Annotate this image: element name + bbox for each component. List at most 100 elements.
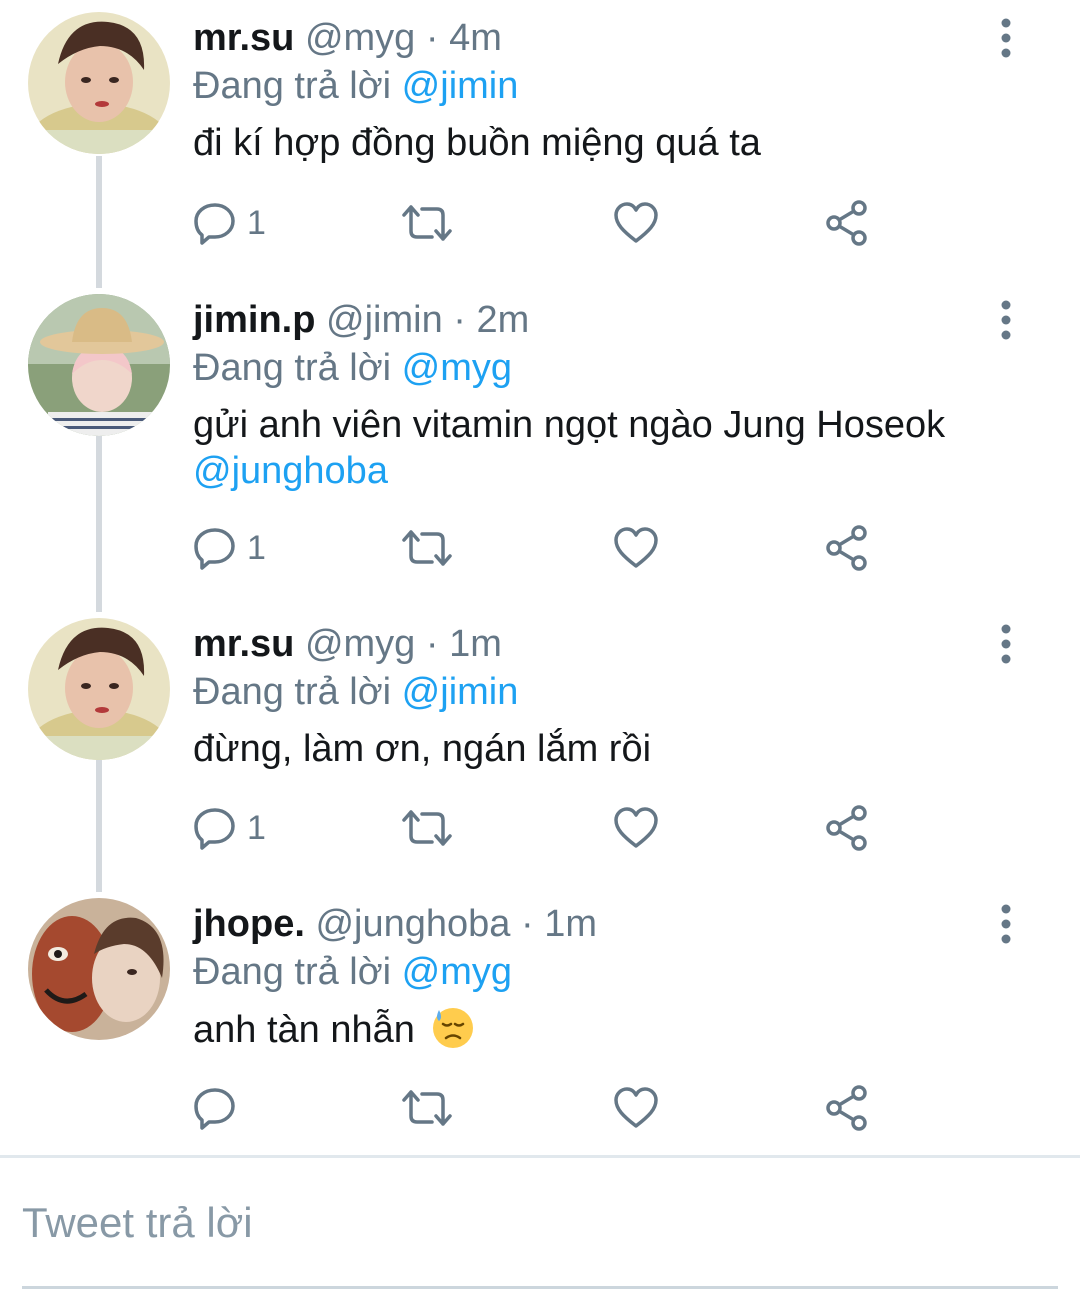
- tweet-text: anh tàn nhẫn: [193, 1006, 1013, 1053]
- replying-to-mention[interactable]: @jimin: [402, 65, 519, 107]
- reply-button[interactable]: 1: [193, 522, 266, 574]
- more-options-button[interactable]: [988, 902, 1024, 946]
- display-name[interactable]: jimin.p: [193, 299, 315, 341]
- separator-dot: ·: [520, 903, 534, 945]
- retweet-button[interactable]: [400, 522, 454, 574]
- avatar[interactable]: [28, 294, 170, 436]
- like-button[interactable]: [613, 522, 659, 574]
- retweet-icon: [402, 810, 452, 846]
- like-icon: [614, 807, 658, 848]
- tweet[interactable]: mr.su @myg · 1m Đang trả lời @jimin đừng…: [0, 606, 1080, 886]
- share-button[interactable]: [825, 522, 869, 574]
- like-icon: [614, 527, 658, 568]
- reply-button[interactable]: [193, 1082, 247, 1134]
- share-icon: [826, 200, 867, 246]
- replying-to-label: Đang trả lời: [193, 671, 392, 713]
- more-vertical-icon: [1001, 624, 1011, 664]
- user-handle[interactable]: @junghoba: [315, 903, 510, 945]
- reply-input-underline: [22, 1286, 1058, 1289]
- retweet-icon: [402, 205, 452, 241]
- tweet-text-mention[interactable]: @junghoba: [193, 450, 388, 492]
- tweet-header: mr.su @myg · 1m: [193, 618, 502, 670]
- user-handle[interactable]: @myg: [305, 17, 415, 59]
- share-button[interactable]: [825, 197, 869, 249]
- tweet-header: jimin.p @jimin · 2m: [193, 294, 529, 346]
- tweet-text-content: đừng, làm ơn, ngán lắm rồi: [193, 728, 652, 770]
- tweet[interactable]: jhope. @junghoba · 1m Đang trả lời @myg …: [0, 886, 1080, 1155]
- reply-count: 1: [247, 528, 266, 567]
- tweet-text: đừng, làm ơn, ngán lắm rồi: [193, 726, 1013, 772]
- tweet-actions: 1: [193, 197, 893, 249]
- like-icon: [614, 1087, 658, 1128]
- avatar[interactable]: [28, 12, 170, 154]
- timestamp: 2m: [476, 299, 530, 341]
- replying-to-mention[interactable]: @myg: [402, 951, 512, 993]
- composer-divider: [0, 1155, 1080, 1158]
- tweet-actions: [193, 1082, 893, 1134]
- replying-to-mention[interactable]: @jimin: [402, 671, 519, 713]
- downcast-face-with-sweat-emoji: [433, 1008, 474, 1048]
- display-name[interactable]: mr.su: [193, 623, 294, 665]
- replying-to-label: Đang trả lời: [193, 951, 392, 993]
- user-handle[interactable]: @jimin: [326, 299, 443, 341]
- tweet-text-content: gửi anh viên vitamin ngọt ngào Jung Hose…: [193, 404, 946, 446]
- replying-to-line: Đang trả lời @jimin: [193, 60, 518, 112]
- more-options-button[interactable]: [988, 622, 1024, 666]
- like-button[interactable]: [613, 802, 659, 854]
- display-name[interactable]: mr.su: [193, 17, 294, 59]
- tweet-header: jhope. @junghoba · 1m: [193, 898, 597, 950]
- more-vertical-icon: [1001, 300, 1011, 340]
- tweet-actions: 1: [193, 522, 893, 574]
- separator-dot: ·: [425, 17, 439, 59]
- tweet-text-content: đi kí hợp đồng buồn miệng quá ta: [193, 122, 761, 164]
- share-button[interactable]: [825, 802, 869, 854]
- reply-icon: [194, 1088, 235, 1130]
- tweet-text: đi kí hợp đồng buồn miệng quá ta: [193, 120, 1013, 166]
- tweet-actions: 1: [193, 802, 893, 854]
- like-button[interactable]: [613, 1082, 659, 1134]
- reply-button[interactable]: 1: [193, 802, 266, 854]
- retweet-icon: [402, 530, 452, 566]
- share-button[interactable]: [825, 1082, 869, 1134]
- reply-composer: [22, 1170, 1058, 1289]
- avatar[interactable]: [28, 898, 170, 1040]
- replying-to-line: Đang trả lời @jimin: [193, 666, 518, 718]
- retweet-icon: [402, 1090, 452, 1126]
- share-icon: [826, 525, 867, 571]
- reply-thread: mr.su @myg · 4m Đang trả lời @jimin đi k…: [0, 0, 1080, 1155]
- replying-to-line: Đang trả lời @myg: [193, 946, 512, 998]
- more-vertical-icon: [1001, 18, 1011, 58]
- tweet-text: gửi anh viên vitamin ngọt ngào Jung Hose…: [193, 402, 1013, 494]
- reply-count: 1: [247, 808, 266, 847]
- replying-to-line: Đang trả lời @myg: [193, 342, 512, 394]
- retweet-button[interactable]: [400, 197, 454, 249]
- timestamp: 1m: [449, 623, 502, 665]
- retweet-button[interactable]: [400, 802, 454, 854]
- retweet-button[interactable]: [400, 1082, 454, 1134]
- user-handle[interactable]: @myg: [305, 623, 415, 665]
- reply-button[interactable]: 1: [193, 197, 266, 249]
- more-options-button[interactable]: [988, 16, 1024, 60]
- share-icon: [826, 1085, 867, 1131]
- reply-icon: [194, 808, 235, 850]
- display-name[interactable]: jhope.: [193, 903, 305, 945]
- more-options-button[interactable]: [988, 298, 1024, 342]
- reply-icon: [194, 528, 235, 570]
- like-button[interactable]: [613, 197, 659, 249]
- replying-to-label: Đang trả lời: [193, 65, 392, 107]
- separator-dot: ·: [425, 623, 439, 665]
- tweet-header: mr.su @myg · 4m: [193, 12, 502, 64]
- reply-icon: [194, 203, 235, 245]
- tweet[interactable]: jimin.p @jimin · 2m Đang trả lời @myg gử…: [0, 282, 1080, 606]
- more-vertical-icon: [1001, 904, 1011, 944]
- reply-count: 1: [247, 203, 266, 242]
- timestamp: 4m: [449, 17, 502, 59]
- tweet[interactable]: mr.su @myg · 4m Đang trả lời @jimin đi k…: [0, 0, 1080, 282]
- timestamp: 1m: [544, 903, 597, 945]
- replying-to-label: Đang trả lời: [193, 347, 392, 389]
- avatar[interactable]: [28, 618, 170, 760]
- separator-dot: ·: [453, 299, 466, 341]
- tweet-text-content: anh tàn nhẫn: [193, 1009, 415, 1051]
- replying-to-mention[interactable]: @myg: [402, 347, 512, 389]
- reply-input[interactable]: [22, 1170, 1058, 1276]
